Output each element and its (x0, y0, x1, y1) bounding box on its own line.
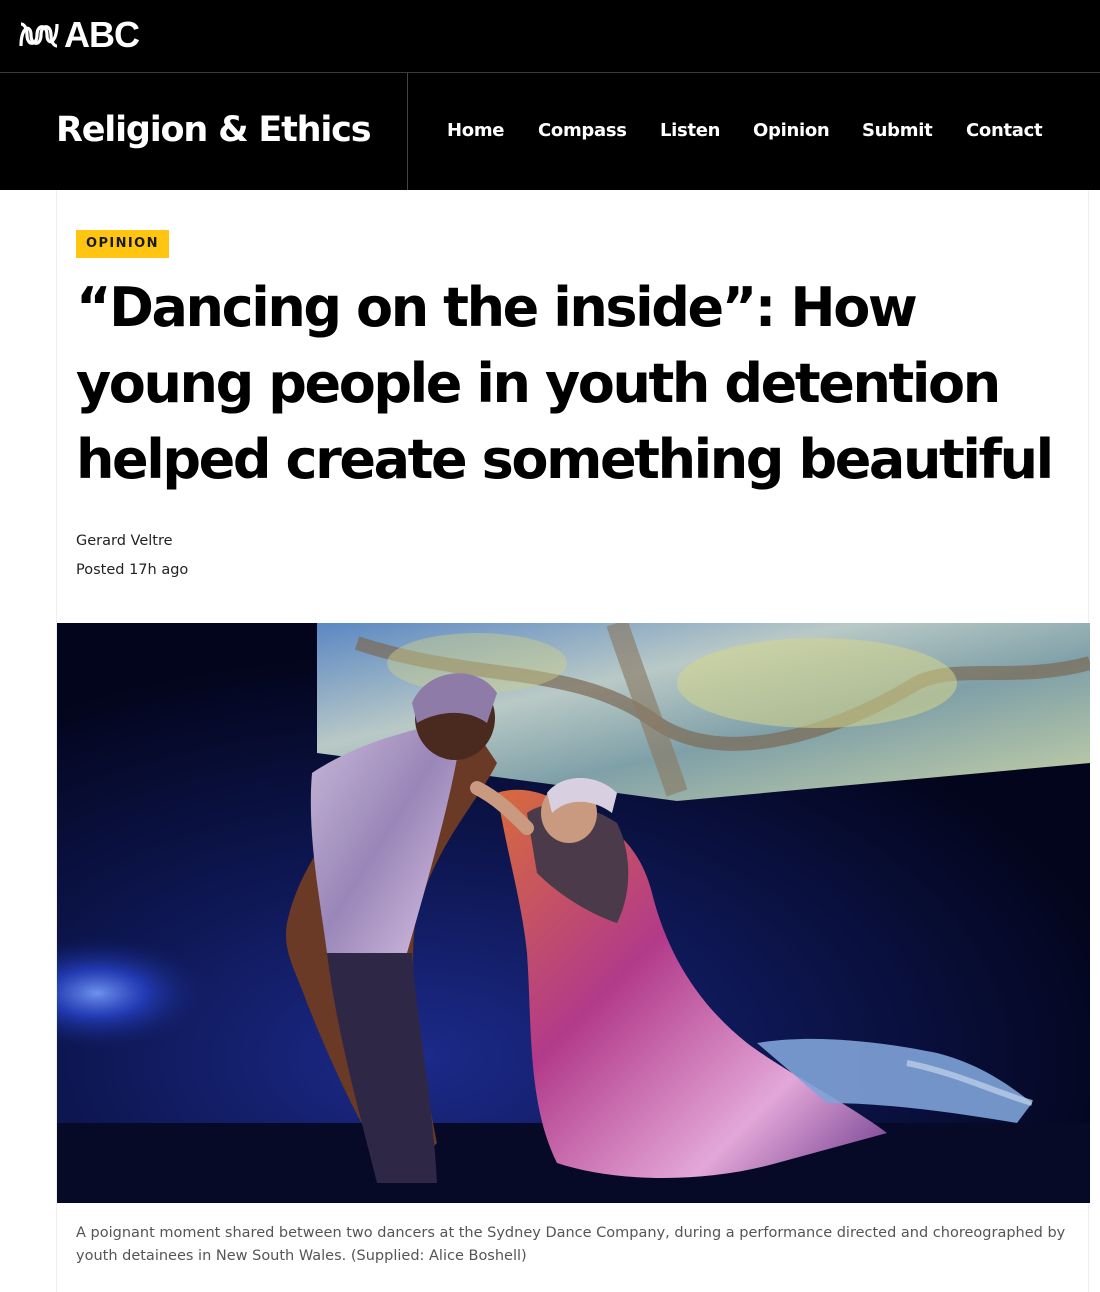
posted-time: Posted 17h ago (76, 562, 189, 578)
image-caption: A poignant moment shared between two dan… (76, 1225, 1066, 1264)
abc-top-bar: ABC (0, 0, 1100, 73)
nav-compass[interactable]: Compass (538, 117, 627, 145)
article-headline: “Dancing on the inside”: How young peopl… (76, 276, 1054, 491)
nav-divider (407, 73, 408, 190)
article-hero-image (57, 623, 1090, 1203)
nav-contact[interactable]: Contact (966, 117, 1043, 145)
nav-listen[interactable]: Listen (660, 117, 720, 145)
author-byline[interactable]: Gerard Veltre (76, 531, 173, 551)
abc-logo-link[interactable]: ABC (18, 14, 140, 55)
opinion-badge[interactable]: OPINION (76, 230, 169, 258)
section-header: Religion & Ethics Home Compass Listen Op… (0, 73, 1100, 190)
article: OPINION “Dancing on the inside”: How you… (56, 190, 1090, 1292)
section-title-link[interactable]: Religion & Ethics (56, 106, 372, 154)
nav-opinion[interactable]: Opinion (753, 117, 830, 145)
nav-submit[interactable]: Submit (862, 117, 933, 145)
abc-lissajous-logo-icon (19, 22, 59, 48)
abc-logo-text: ABC (64, 14, 140, 55)
nav-home[interactable]: Home (447, 117, 505, 145)
